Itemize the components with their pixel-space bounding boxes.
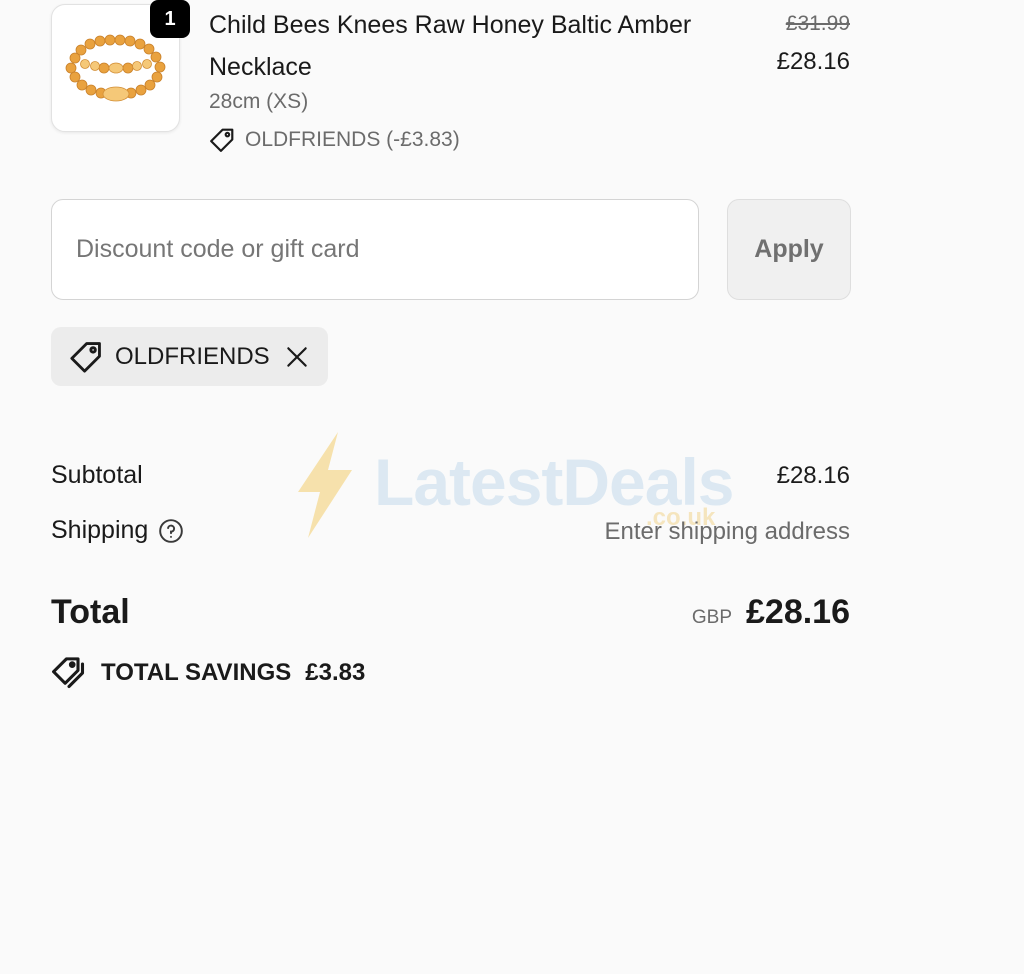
order-summary: LatestDeals .co.uk 1 Child Bees Knees Ra… — [0, 0, 1024, 974]
product-discount: OLDFRIENDS (-£3.83) — [209, 126, 460, 154]
currency-code: GBP — [691, 607, 732, 628]
product-variant: 28cm (XS) — [209, 90, 309, 113]
remove-discount-button[interactable] — [284, 344, 310, 370]
quantity-badge: 1 — [150, 0, 190, 38]
total-label: Total — [51, 593, 130, 631]
amber-necklace-image — [65, 34, 165, 102]
question-circle-icon[interactable] — [158, 518, 184, 544]
shipping-row-label: Shipping — [51, 516, 184, 545]
total-savings-value: £3.83 — [305, 659, 366, 686]
total-value-group: GBP £28.16 — [692, 593, 850, 632]
product-discount-text: OLDFRIENDS (-£3.83) — [245, 128, 460, 151]
tags-icon — [52, 657, 85, 689]
total-amount: £28.16 — [746, 593, 850, 631]
close-icon — [287, 346, 307, 367]
line-item-price: £28.16 — [776, 48, 850, 75]
product-thumbnail-wrapper: 1 — [51, 0, 190, 132]
lightning-bolt-icon — [298, 432, 352, 538]
apply-button[interactable]: Apply — [727, 199, 851, 300]
tag-icon — [70, 341, 101, 373]
shipping-value: Enter shipping address — [604, 518, 850, 545]
watermark-brand: LatestDeals — [374, 445, 735, 519]
subtotal-label: Subtotal — [51, 461, 143, 489]
total-savings-label: TOTAL SAVINGS — [101, 659, 292, 686]
total-savings: TOTAL SAVINGS £3.83 — [51, 656, 365, 690]
applied-code-label: OLDFRIENDS — [115, 342, 270, 370]
subtotal-value: £28.16 — [776, 462, 850, 489]
product-title: Child Bees Knees Raw Honey Baltic Amber … — [209, 11, 692, 81]
shipping-label: Shipping — [51, 516, 149, 544]
tag-icon — [210, 128, 234, 152]
applied-discount-chip: OLDFRIENDS — [51, 327, 328, 386]
compare-at-price: £31.99 — [785, 12, 850, 35]
discount-code-input[interactable] — [51, 199, 699, 300]
